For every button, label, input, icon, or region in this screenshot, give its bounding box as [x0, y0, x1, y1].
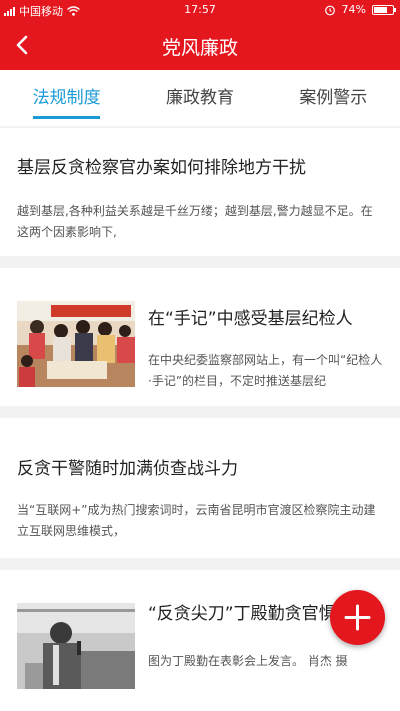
- article-thumbnail: [17, 603, 135, 689]
- tab-label: 廉政教育: [165, 88, 234, 108]
- article-card[interactable]: 基层反贪检察官办案如何排除地方干扰 越到基层,各种利益关系越是千丝万缕；越到基层…: [0, 128, 400, 256]
- article-title: 基层反贪检察官办案如何排除地方干扰: [17, 158, 306, 178]
- battery-icon: [372, 4, 396, 15]
- add-button[interactable]: [330, 590, 385, 645]
- tab-education[interactable]: 廉政教育: [133, 70, 266, 126]
- tab-regulations[interactable]: 法规制度: [0, 70, 133, 126]
- article-title: 在“手记”中感受基层纪检人: [148, 309, 353, 329]
- article-title: 反贪干警随时加满侦查战斗力: [17, 459, 238, 479]
- tab-bar: 法规制度 廉政教育 案例警示: [0, 70, 400, 126]
- tab-label: 法规制度: [32, 88, 101, 108]
- article-summary: 图为丁殿勤在表彰会上发言。 肖杰 摄: [148, 654, 348, 668]
- article-card[interactable]: 在“手记”中感受基层纪检人 在中央纪委监察部网站上，有一个叫“纪检人·手记”的栏…: [0, 268, 400, 406]
- tab-label: 案例警示: [299, 88, 368, 108]
- alarm-icon: [324, 5, 335, 15]
- article-summary: 在中央纪委监察部网站上，有一个叫“纪检人·手记”的栏目，不定时推送基层纪: [148, 353, 383, 388]
- article-card[interactable]: 反贪干警随时加满侦查战斗力 当“互联网+”成为热门搜索词时，云南省昆明市官渡区检…: [0, 418, 400, 558]
- status-bar: 中国移动 17:57 74%: [0, 0, 400, 20]
- battery-percent: 74%: [341, 3, 366, 16]
- article-summary: 越到基层,各种利益关系越是千丝万缕；越到基层,警力越显不足。在这两个因素影响下,: [17, 204, 373, 239]
- active-tab-indicator: [33, 116, 101, 119]
- tab-cases[interactable]: 案例警示: [267, 70, 400, 126]
- article-summary: 当“互联网+”成为热门搜索词时，云南省昆明市官渡区检察院主动建立互联网思维模式，: [17, 503, 376, 538]
- nav-bar: 党风廉政: [0, 20, 400, 70]
- plus-icon: [344, 604, 371, 631]
- page-title: 党风廉政: [161, 37, 238, 59]
- article-thumbnail: [17, 301, 135, 387]
